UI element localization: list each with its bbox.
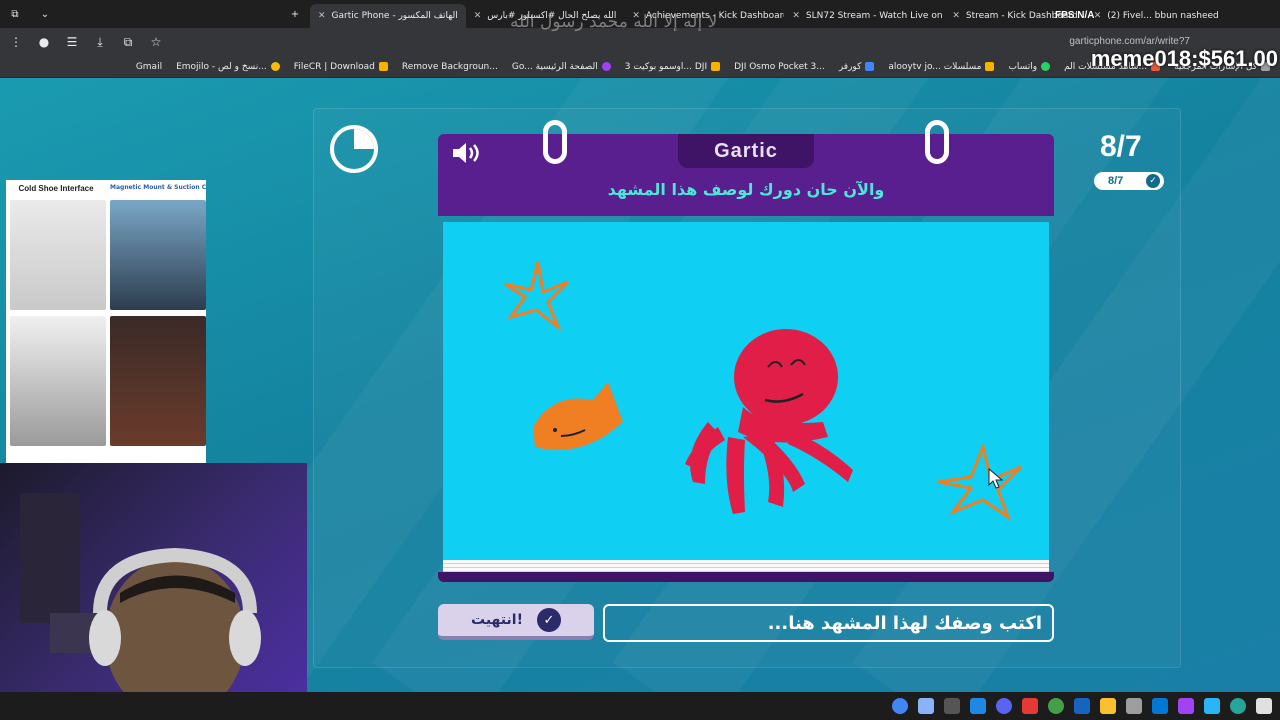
timer-icon — [330, 125, 378, 173]
round-counter: 8/7 — [1100, 130, 1142, 163]
ad-subtitle: Magnetic Mount & Suction Cup Base — [110, 184, 206, 191]
site-favicon-icon — [865, 62, 875, 71]
ad-image-mount — [10, 200, 106, 310]
done-button[interactable]: انتهيت! ✓ — [438, 604, 594, 640]
bookmark-item[interactable]: DJI Osmo Pocket 3... — [734, 62, 825, 72]
bookmark-item[interactable]: Gmail — [136, 62, 162, 72]
tab-youtube[interactable]: ✕ (2) Fivel... bbun nasheed — [1086, 4, 1227, 28]
scene-drawing — [504, 261, 1023, 521]
bookmark-item[interactable]: واتساب — [1008, 62, 1051, 72]
fish-drawing — [533, 382, 623, 451]
store-icon[interactable] — [918, 698, 934, 714]
drawing-canvas — [443, 222, 1049, 560]
site-favicon-icon — [378, 62, 388, 71]
bookmark-item[interactable]: Emojilo - نسخ و لص... — [176, 62, 280, 72]
app-icon[interactable] — [1204, 698, 1220, 714]
close-tab-icon[interactable]: ✕ — [792, 11, 800, 21]
tab-sln72-stream[interactable]: ✕ SLN72 Stream - Watch Live on — [784, 4, 944, 28]
check-icon: ✓ — [1146, 174, 1160, 188]
book-ring-right — [925, 120, 949, 164]
extensions-icon[interactable]: ⧉ — [120, 35, 136, 50]
gartic-logo: Gartic — [678, 134, 814, 168]
app-icon[interactable] — [1022, 698, 1038, 714]
side-advertisement[interactable]: Cold Shoe Interface Magnetic Mount & Suc… — [6, 180, 206, 463]
discord-icon[interactable] — [996, 698, 1012, 714]
app-icon[interactable] — [970, 698, 986, 714]
bookmark-item[interactable]: Go... الصفحة الرئيسية — [512, 62, 611, 72]
download-icon[interactable]: ⤓ — [92, 35, 108, 50]
ad-image-car — [110, 200, 206, 310]
site-favicon-icon — [601, 62, 611, 71]
close-tab-icon[interactable]: ✕ — [1094, 11, 1102, 21]
book-ring-left — [543, 120, 567, 164]
folder-icon[interactable] — [1100, 698, 1116, 714]
star-drawing — [504, 261, 570, 332]
windows-start-icon[interactable] — [1256, 698, 1272, 714]
site-favicon-icon — [985, 62, 995, 71]
book-bottom — [438, 572, 1054, 582]
stream-overlay-banner: لا إله إلا الله محمد رسول الله — [510, 12, 718, 32]
instruction-text: والآن حان دورك لوصف هذا المشهد — [607, 180, 885, 199]
settings-icon[interactable] — [1126, 698, 1142, 714]
windows-taskbar — [0, 692, 1280, 720]
app-icon[interactable] — [1074, 698, 1090, 714]
menu-dots-icon[interactable]: ⋮ — [8, 35, 24, 49]
close-tab-icon[interactable]: ✕ — [474, 11, 482, 21]
cursor-icon — [988, 467, 1004, 489]
xbox-icon[interactable] — [1048, 698, 1064, 714]
tune-icon[interactable]: ☰ — [64, 35, 80, 49]
book-header: Gartic والآن حان دورك لوصف هذا المشهد — [438, 134, 1054, 216]
site-favicon-icon — [711, 62, 721, 71]
ad-image-camera — [10, 316, 106, 446]
speaker-icon[interactable] — [450, 140, 482, 172]
profile-icon[interactable]: ● — [36, 35, 52, 49]
stream-overlay-fps: FPS N/A — [1055, 10, 1095, 21]
window-menu-icon[interactable]: ⧉ — [0, 9, 30, 20]
chrome-icon[interactable] — [892, 698, 908, 714]
octopus-drawing — [685, 329, 853, 514]
streamer-silhouette — [20, 493, 261, 692]
tab-search-icon[interactable]: ⌄ — [30, 9, 60, 20]
bookmark-item[interactable]: كورفر — [839, 62, 875, 72]
stream-overlay-donation: meme018:$561.00 — [1090, 46, 1278, 71]
check-icon: ✓ — [536, 608, 561, 632]
whatsapp-icon — [1041, 62, 1051, 71]
drawing-book: Gartic والآن حان دورك لوصف هذا المشهد — [438, 120, 1054, 584]
emoji-icon — [270, 62, 280, 71]
ad-image-beads — [110, 316, 206, 446]
edge-icon[interactable] — [1230, 698, 1246, 714]
ad-title: Cold Shoe Interface — [18, 184, 94, 193]
new-tab-icon[interactable]: + — [280, 9, 310, 20]
bookmark-item[interactable]: اوسمو بوكيت 3... DJI — [625, 62, 721, 72]
bookmark-item[interactable]: FileCR | Download — [294, 62, 388, 72]
copilot-icon[interactable] — [1178, 698, 1194, 714]
description-input[interactable] — [603, 604, 1054, 642]
bookmark-item[interactable]: alooytv jo... مسلسلات — [888, 62, 995, 72]
clock-icon[interactable] — [944, 698, 960, 714]
bookmarks-bar: كل الإشارات المرجعية شاهد مسلسلات الم...… — [0, 56, 1280, 78]
app-icon[interactable] — [1152, 698, 1168, 714]
round-progress-pill: 8/7 ✓ — [1094, 172, 1164, 190]
bookmark-item[interactable]: Remove Backgroun... — [402, 62, 498, 72]
close-tab-icon[interactable]: ✕ — [318, 11, 326, 21]
close-tab-icon[interactable]: ✕ — [952, 11, 960, 21]
bookmark-star-icon[interactable]: ☆ — [148, 35, 164, 49]
tab-gartic-phone[interactable]: ✕ Gartic Phone - الهاتف المكسور — [310, 4, 466, 28]
star-drawing — [937, 442, 1023, 521]
webcam-overlay — [0, 463, 307, 692]
